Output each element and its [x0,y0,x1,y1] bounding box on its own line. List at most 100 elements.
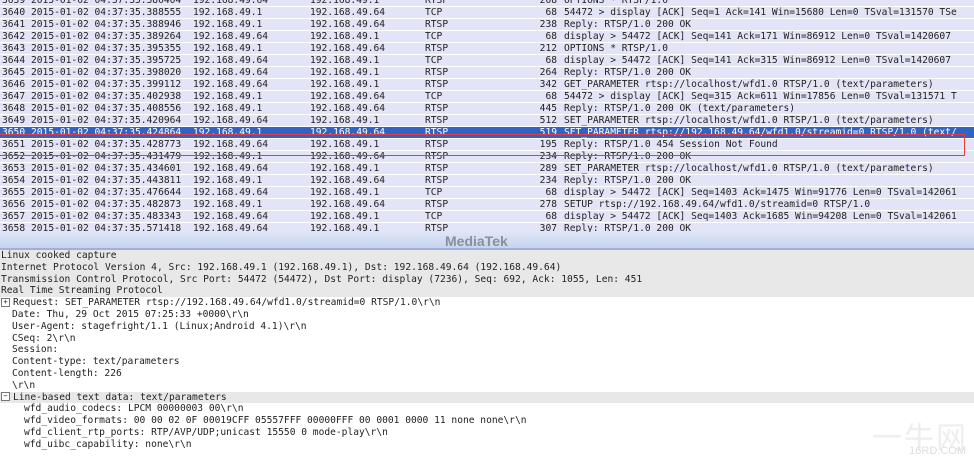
detail-request[interactable]: + Request: SET_PARAMETER rtsp://192.168.4… [0,297,974,309]
packet-row[interactable]: 3649 2015-01-02 04:37:35.420964 192.168.49… [0,115,974,127]
packet-info: 54472 > display [ACK] Seq=1 Ack=141 Win=… [564,7,957,18]
packet-row[interactable]: 3644 2015-01-02 04:37:35.395725 192.168.49… [0,55,974,67]
packet-row[interactable]: 3650 2015-01-02 04:37:35.424864 192.168.49… [0,127,974,139]
detail-uibc[interactable]: wfd_uibc_capability: none\r\n [0,439,974,451]
packet-proto: RTSP [425,139,449,150]
detail-ipv4[interactable]: Internet Protocol Version 4, Src: 192.16… [0,261,974,274]
packet-src: 192.168.49.64 [193,55,269,66]
packet-row[interactable]: 3653 2015-01-02 04:37:35.434601 192.168.49… [0,163,974,175]
packet-row[interactable]: 3640 2015-01-02 04:37:35.388555 192.168.49… [0,7,974,19]
packet-info: Reply: RTSP/1.0 454 Session Not Found [564,139,778,150]
detail-linux-cooked[interactable]: Linux cooked capture [0,250,974,262]
packet-len: 68 [545,55,557,66]
packet-row[interactable]: 3648 2015-01-02 04:37:35.408556 192.168.49… [0,103,974,115]
packet-no: 3643 [2,43,26,54]
packet-info: display > 54472 [ACK] Seq=1403 Ack=1685 … [564,211,957,222]
detail-content-type[interactable]: Content-type: text/parameters [0,356,974,368]
packet-len: 195 [539,139,557,150]
collapse-icon[interactable]: − [1,392,10,402]
packet-dst: 192.168.49.1 [310,163,380,174]
packet-time: 2015-01-02 04:37:35.483343 [31,211,182,222]
packet-src: 192.168.49.64 [193,31,269,42]
packet-src: 192.168.49.64 [193,79,269,90]
packet-proto: RTSP [425,175,449,186]
detail-tcp[interactable]: Transmission Control Protocol, Src Port:… [0,273,974,286]
packet-proto: RTSP [425,115,449,126]
packet-info: Reply: RTSP/1.0 200 OK (text/parameters) [564,103,796,114]
packet-row[interactable]: 3641 2015-01-02 04:37:35.388946 192.168.49… [0,19,974,31]
packet-row[interactable]: 3639 2015-01-02 04:37:35.380404 192.168.49… [0,0,974,7]
packet-row[interactable]: 3651 2015-01-02 04:37:35.428773 192.168.49… [0,139,974,151]
detail-content-length[interactable]: Content-length: 226 [0,368,974,380]
packet-no: 3644 [2,55,26,66]
packet-dst: 192.168.49.64 [310,151,386,162]
packet-len: 238 [539,19,557,30]
detail-video-formats[interactable]: wfd_video_formats: 00 00 02 0F 00019CFF … [0,415,974,427]
packet-row[interactable]: 3655 2015-01-02 04:37:35.476644 192.168.49… [0,187,974,199]
packet-no: 3656 [2,199,26,210]
packet-len: 68 [545,211,557,222]
packet-proto: RTSP [425,223,449,232]
packet-info: Reply: RTSP/1.0 200 OK [564,223,692,232]
packet-time: 2015-01-02 04:37:35.420964 [31,115,182,126]
packet-row[interactable]: 3647 2015-01-02 04:37:35.402938 192.168.49… [0,91,974,103]
packet-src: 192.168.49.1 [193,127,263,138]
detail-crlf[interactable]: \r\n [0,380,974,392]
packet-proto: TCP [425,187,443,198]
packet-row[interactable]: 3654 2015-01-02 04:37:35.443811 192.168.49… [0,175,974,187]
packet-proto: RTSP [425,0,449,6]
packet-time: 2015-01-02 04:37:35.399112 [31,79,182,90]
detail-session[interactable]: Session: [0,344,974,356]
packet-time: 2015-01-02 04:37:35.408556 [31,103,182,114]
expand-icon[interactable]: + [1,297,10,307]
packet-row[interactable]: 3658 2015-01-02 04:37:35.571418 192.168.49… [0,223,974,232]
packet-len: 68 [545,91,557,102]
packet-time: 2015-01-02 04:37:35.395725 [31,55,182,66]
packet-dst: 192.168.49.1 [310,55,380,66]
packet-src: 192.168.49.64 [193,163,269,174]
packet-src: 192.168.49.1 [193,199,263,210]
packet-row[interactable]: 3646 2015-01-02 04:37:35.399112 192.168.49… [0,79,974,91]
detail-date[interactable]: Date: Thu, 29 Oct 2015 07:25:33 +0000\r\… [0,309,974,321]
packet-row[interactable]: 3652 2015-01-02 04:37:35.431479 192.168.49… [0,151,974,163]
packet-dst: 192.168.49.1 [310,67,380,78]
packet-no: 3639 [2,0,26,6]
packet-row[interactable]: 3657 2015-01-02 04:37:35.483343 192.168.49… [0,211,974,223]
packet-no: 3654 [2,175,26,186]
packet-src: 192.168.49.64 [193,223,269,232]
packet-dst: 192.168.49.64 [310,7,386,18]
packet-info: display > 54472 [ACK] Seq=141 Ack=171 Wi… [564,31,951,42]
packet-proto: RTSP [425,199,449,210]
packet-len: 307 [539,223,557,232]
packet-len: 234 [539,175,557,186]
packet-dst: 192.168.49.1 [310,223,380,232]
detail-user-agent[interactable]: User-Agent: stagefright/1.1 (Linux;Andro… [0,321,974,333]
pane-divider[interactable]: MediaTek [0,232,974,250]
packet-info: OPTIONS * RTSP/1.0 [564,0,668,6]
packet-no: 3658 [2,223,26,232]
packet-dst: 192.168.49.64 [310,127,386,138]
detail-line-based[interactable]: − Line-based text data: text/parameters [0,391,974,404]
packet-row[interactable]: 3645 2015-01-02 04:37:35.398020 192.168.49… [0,67,974,79]
packet-row[interactable]: 3643 2015-01-02 04:37:35.395355 192.168.49… [0,43,974,55]
packet-no: 3642 [2,31,26,42]
packet-len: 68 [545,31,557,42]
detail-rtp-ports[interactable]: wfd_client_rtp_ports: RTP/AVP/UDP;unicas… [0,427,974,439]
packet-src: 192.168.49.1 [193,19,263,30]
packet-dst: 192.168.49.64 [310,19,386,30]
packet-list[interactable]: 3639 2015-01-02 04:37:35.380404 192.168.49… [0,0,974,232]
packet-no: 3647 [2,91,26,102]
packet-row[interactable]: 3642 2015-01-02 04:37:35.389264 192.168.49… [0,31,974,43]
packet-src: 192.168.49.64 [193,211,269,222]
packet-info: SETUP rtsp://192.168.49.64/wfd1.0/stream… [564,199,871,210]
detail-rtsp[interactable]: Real Time Streaming Protocol [0,285,974,298]
packet-time: 2015-01-02 04:37:35.388555 [31,7,182,18]
packet-info: Reply: RTSP/1.0 200 OK [564,19,692,30]
detail-cseq[interactable]: CSeq: 2\r\n [0,333,974,345]
packet-details-pane[interactable]: Linux cooked capture Internet Protocol V… [0,250,974,451]
detail-audio-codecs[interactable]: wfd_audio_codecs: LPCM 00000003 00\r\n [0,403,974,415]
packet-no: 3651 [2,139,26,150]
packet-row[interactable]: 3656 2015-01-02 04:37:35.482873 192.168.49… [0,199,974,211]
packet-no: 3641 [2,19,26,30]
packet-dst: 192.168.49.1 [310,79,380,90]
